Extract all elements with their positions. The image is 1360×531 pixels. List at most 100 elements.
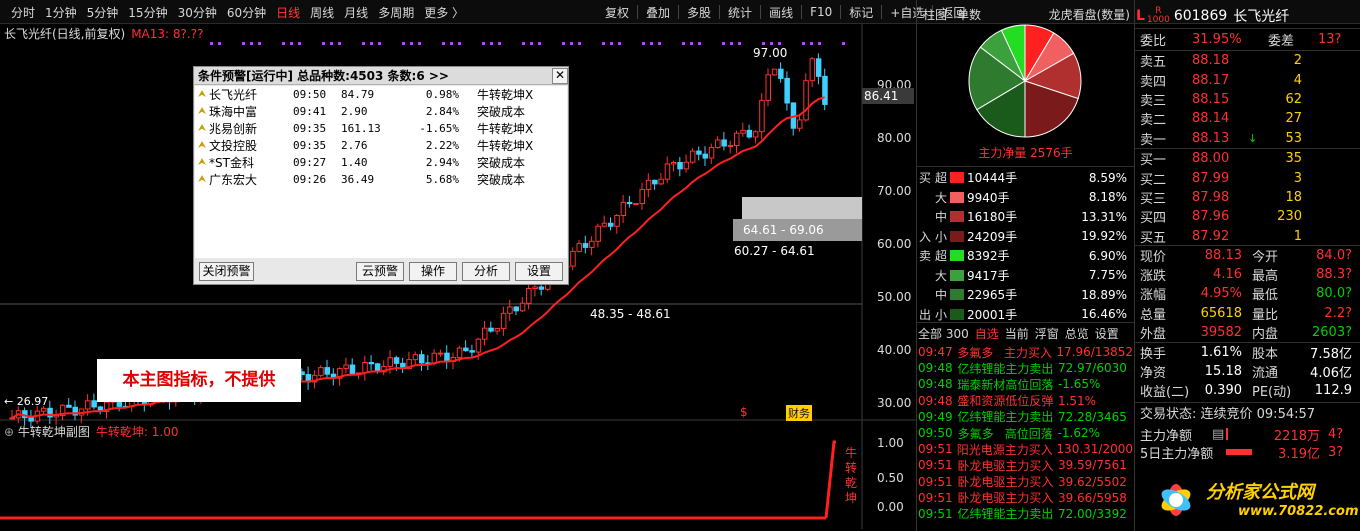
candle-body [66,404,72,408]
flow-color-swatch [950,269,964,281]
candle-body [639,188,645,205]
high-price-label: 97.00 [753,46,788,60]
doc-icon[interactable]: ▤ [1212,427,1226,442]
alarm-row[interactable]: ⮝ 长飞光纤 09:50 84.79 0.98% 牛转乾坤X [195,86,567,103]
alarm-row[interactable]: ⮝ 兆易创新 09:35 161.13 -1.65% 牛转乾坤X [195,120,567,137]
y-label: 40.00 [877,343,912,357]
close-icon[interactable]: ✕ [552,67,568,84]
monitor-row[interactable]: 09:48 亿纬锂能 主力卖出 72.97/6030 [918,360,1133,376]
cloud-alarm-button[interactable]: 云预警 [356,262,404,281]
stat-value: 112.9 [1314,383,1352,399]
flow-pct: 16.46% [1081,307,1127,322]
period-tab[interactable]: 5分钟 [82,4,124,21]
stat-value: 80.0? [1316,286,1352,302]
monitor-row[interactable]: 09:51 卧龙电驱 主力买入 39.66/5958 [918,490,1133,506]
signal-dot [690,42,693,45]
flow-color-swatch [950,191,964,203]
book-row[interactable]: 卖二 88.14 27 [1140,109,1360,128]
monitor-row[interactable]: 09:51 亿纬锂能 主力卖出 72.00/3392 [918,506,1133,522]
monitor-row[interactable]: 09:48 盛和资源 低位反弹 1.51% [918,393,1133,409]
signal-dot [682,42,685,45]
alarm-row[interactable]: ⮝ *ST金科 09:27 1.40 2.94% 突破成本 [195,154,567,171]
monitor-type: 主力卖出 [1005,410,1054,425]
monitor-value: 17.96/13852 [1056,345,1133,360]
period-tab[interactable]: 更多 〉 [419,4,469,21]
signal-dot [210,42,213,45]
book-price: 87.99 [1192,170,1230,186]
monitor-tab[interactable]: 全部 300 [918,325,969,342]
period-tab[interactable]: 分时 [6,4,40,21]
stat-label: 总量 [1140,307,1167,323]
toolbar-button[interactable]: 多股 [682,4,716,21]
operate-button[interactable]: 操作 [409,262,457,281]
monitor-row[interactable]: 09:48 瑞泰新材 高位回落 -1.65% [918,376,1133,392]
monitor-row[interactable]: 09:51 阳光电源 主力买入 130.31/2000 [918,441,1133,457]
book-price: 88.17 [1192,72,1230,88]
book-row[interactable]: 买四 87.96 230 [1140,207,1360,226]
collapse-icon[interactable]: ⊕ [4,425,14,439]
period-tab[interactable]: 多周期 [373,4,419,21]
monitor-tab[interactable]: 总览 [1065,325,1089,342]
stat-row: 收益(二) 0.390 PE(动) 112.9 [1140,381,1360,400]
book-row[interactable]: 卖三 88.15 62 [1140,90,1360,109]
book-row[interactable]: 卖一 88.13 ↓ 53 [1140,129,1360,148]
down-arrow-icon: ↓ [1248,131,1258,145]
alarm-row[interactable]: ⮝ 广东宏大 09:26 36.49 5.68% 突破成本 [195,171,567,188]
signal-dot [810,42,813,45]
monitor-row[interactable]: 09:47 多氟多 主力买入 17.96/13852 [918,344,1133,360]
toolbar-button[interactable]: 标记 [844,4,878,21]
analyze-button[interactable]: 分析 [462,262,510,281]
signal-dot [698,42,701,45]
toolbar-button[interactable]: 叠加 [641,4,675,21]
monitor-tab[interactable]: 设置 [1095,325,1119,342]
alarm-row[interactable]: ⮝ 珠海中富 09:41 2.90 2.84% 突破成本 [195,103,567,120]
candle-body [463,347,469,352]
alarm-signal: 牛转乾坤X [477,122,534,136]
book-row[interactable]: 买一 88.00 35 [1140,149,1360,168]
book-price: 88.15 [1192,91,1230,107]
period-tab[interactable]: 日线 [271,4,305,21]
monitor-row[interactable]: 09:50 多氟多 高位回落 -1.62% [918,425,1133,441]
book-row[interactable]: 买二 87.99 3 [1140,168,1360,188]
monitor-tab[interactable]: 浮窗 [1035,325,1059,342]
monitor-tab[interactable]: 自选 [975,325,999,342]
book-row[interactable]: 卖五 88.18 2 [1140,51,1360,70]
period-tab[interactable]: 1分钟 [40,4,82,21]
settings-button[interactable]: 设置 [515,262,563,281]
toolbar-button[interactable]: 复权 [600,4,634,21]
monitor-row[interactable]: 09:49 亿纬锂能 主力卖出 72.28/3465 [918,409,1133,425]
toolbar-button[interactable]: 画线 [764,4,798,21]
period-tab[interactable]: 周线 [305,4,339,21]
period-tab[interactable]: 月线 [339,4,373,21]
close-alarm-button[interactable]: 关闭预警 [199,262,254,281]
tab-count[interactable]: 单数 [952,6,986,23]
monitor-stock: 亿纬锂能 [957,507,1006,522]
candle-body [746,129,753,138]
flow-row: 中 22965手 18.89% [918,285,1133,305]
stat-value: 88.3? [1316,267,1352,283]
monitor-row[interactable]: 09:51 卧龙电驱 主力买入 39.62/5502 [918,474,1133,490]
monitor-tab[interactable]: 当前 [1005,325,1029,342]
alarm-stock: 长飞光纤 [209,88,258,102]
monitor-time: 09:48 [918,393,953,408]
logo-flower-icon [1161,484,1191,516]
pie-title: 龙虎看盘(数量) [1048,7,1130,22]
period-tab[interactable]: 30分钟 [173,4,222,21]
weibi-row: 委比 31.95% 委差 13? [1140,30,1360,49]
book-row[interactable]: 买五 87.92 1 [1140,227,1360,246]
monitor-stock: 多氟多 [957,345,994,360]
monitor-row[interactable]: 09:51 卧龙电驱 主力买入 39.59/7561 [918,457,1133,473]
alarm-change: 2.94% [425,156,459,169]
period-tab[interactable]: 15分钟 [123,4,172,21]
flow-row: 大 9940手 8.18% [918,188,1133,208]
book-row[interactable]: 卖四 88.17 4 [1140,70,1360,90]
monitor-value: 72.28/3465 [1057,409,1127,424]
tab-bar[interactable]: 柱图 [918,6,952,23]
period-tab[interactable]: 60分钟 [222,4,271,21]
book-row[interactable]: 买三 87.98 18 [1140,188,1360,207]
toolbar-button[interactable]: 统计 [723,4,757,21]
toolbar-button[interactable]: F10 [805,5,837,19]
stat-value: 4.16 [1213,267,1242,283]
alarm-up-icon: ⮝ [197,140,207,151]
alarm-row[interactable]: ⮝ 文投控股 09:35 2.76 2.22% 牛转乾坤X [195,137,567,154]
